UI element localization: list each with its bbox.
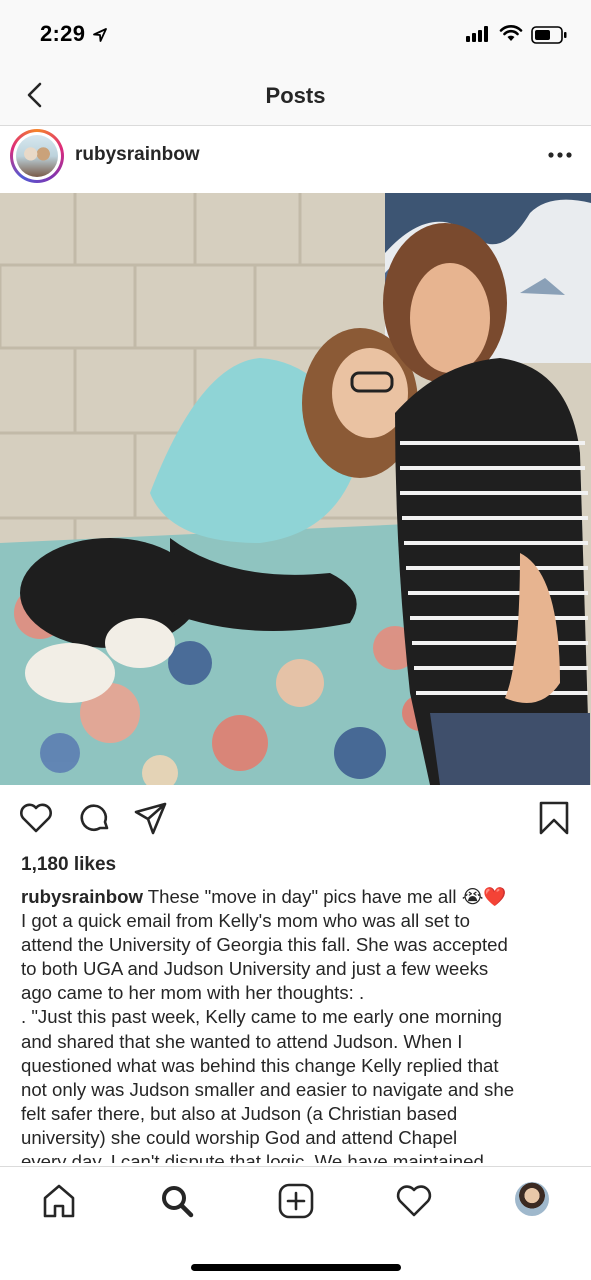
- caption-line: every day. I can't dispute that logic. W…: [21, 1151, 484, 1163]
- post-action-bar: [0, 796, 591, 846]
- tab-bar: [0, 1166, 591, 1280]
- caption-line: I got a quick email from Kelly's mom who…: [21, 910, 470, 932]
- caption-first-line: rubysrainbow These "move in day" pics ha…: [21, 885, 577, 909]
- caption-line: . "Just this past week, Kelly came to me…: [21, 1006, 502, 1028]
- home-indicator[interactable]: [191, 1264, 401, 1271]
- ellipsis-icon[interactable]: [545, 145, 575, 165]
- caption-username[interactable]: rubysrainbow: [21, 886, 143, 907]
- comment-icon[interactable]: [77, 800, 113, 836]
- profile-avatar[interactable]: [515, 1182, 549, 1216]
- caption-line: to both UGA and Judson University and ju…: [21, 958, 489, 980]
- post-header: rubysrainbow: [0, 127, 591, 193]
- post-username[interactable]: rubysrainbow: [75, 144, 200, 166]
- like-count[interactable]: 1,180 likes: [21, 854, 116, 876]
- caption-line: questioned what was behind this change K…: [21, 1054, 499, 1076]
- caption-line: attend the University of Georgia this fa…: [21, 934, 508, 956]
- status-bar: 2:29: [0, 0, 591, 66]
- caption-text: These "move in day" pics have me all 😭❤️: [142, 886, 507, 907]
- avatar[interactable]: [10, 129, 64, 183]
- home-icon[interactable]: [39, 1181, 79, 1221]
- caption-line: and shared that she wanted to attend Jud…: [21, 1030, 463, 1052]
- location-arrow-icon: [93, 28, 107, 42]
- wifi-icon: [499, 25, 523, 41]
- battery-icon: [531, 26, 567, 44]
- post-caption: rubysrainbow These "move in day" pics ha…: [21, 885, 577, 1163]
- page-title: Posts: [265, 83, 326, 108]
- search-icon[interactable]: [157, 1181, 197, 1221]
- caption-line: ago came to her mom with her thoughts: .: [21, 982, 365, 1004]
- activity-heart-icon[interactable]: [394, 1181, 434, 1221]
- status-time: 2:29: [40, 21, 86, 46]
- share-icon[interactable]: [133, 800, 169, 836]
- caption-line: not only was Judson smaller and easier t…: [21, 1078, 515, 1100]
- heart-icon[interactable]: [18, 800, 54, 836]
- caption-line: felt safer there, but also at Judson (a …: [21, 1102, 458, 1124]
- post-photo[interactable]: [0, 193, 591, 785]
- caption-line: university) she could worship God and at…: [21, 1126, 458, 1148]
- signal-icon: [466, 26, 488, 42]
- photo-illustration: [0, 193, 591, 785]
- nav-bar: Posts: [0, 66, 591, 126]
- add-post-icon[interactable]: [276, 1181, 316, 1221]
- bookmark-icon[interactable]: [536, 800, 572, 836]
